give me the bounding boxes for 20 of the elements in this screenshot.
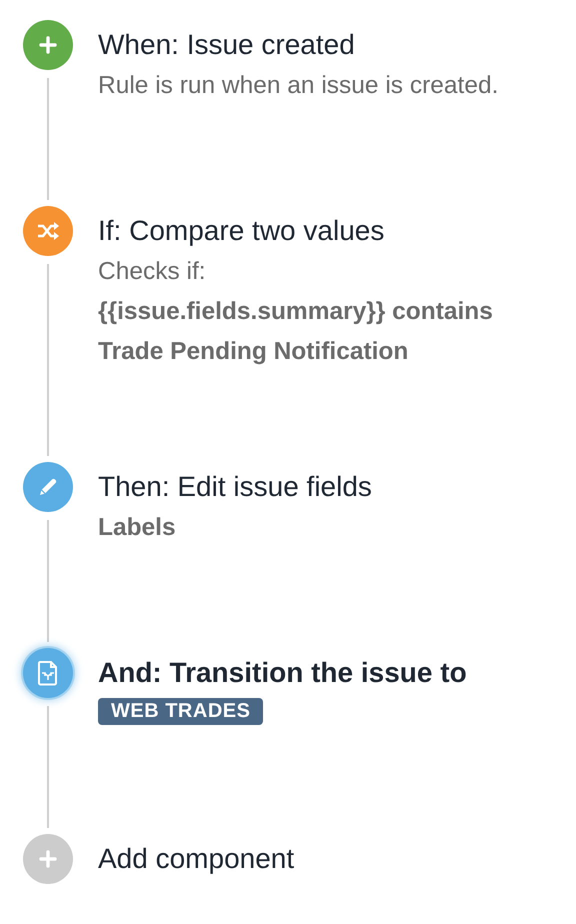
step-node[interactable]: [23, 648, 73, 698]
step-title[interactable]: When: Issue created: [98, 28, 498, 62]
step-title[interactable]: And: Transition the issue to: [98, 656, 467, 690]
plus-icon: [38, 849, 58, 869]
step-node[interactable]: [23, 206, 73, 256]
document-arrows-icon: [37, 660, 59, 686]
step-value: {{issue.fields.summary}} contains: [98, 297, 493, 327]
plus-icon: [38, 35, 58, 55]
shuffle-icon: [36, 221, 60, 241]
step-value: Labels: [98, 513, 177, 543]
step-node[interactable]: [23, 462, 73, 512]
step-value: Trade Pending Notification: [98, 337, 410, 367]
step-node[interactable]: [23, 834, 73, 884]
step-description: Rule is run when an issue is created.: [98, 71, 498, 101]
status-lozenge: WEB TRADES: [98, 698, 264, 725]
step-description: Checks if:: [98, 257, 207, 287]
step-title[interactable]: If: Compare two values: [98, 214, 493, 248]
step-title[interactable]: Then: Edit issue fields: [98, 470, 372, 504]
step-node[interactable]: [23, 20, 73, 70]
add-component-link[interactable]: Add component: [98, 842, 294, 876]
